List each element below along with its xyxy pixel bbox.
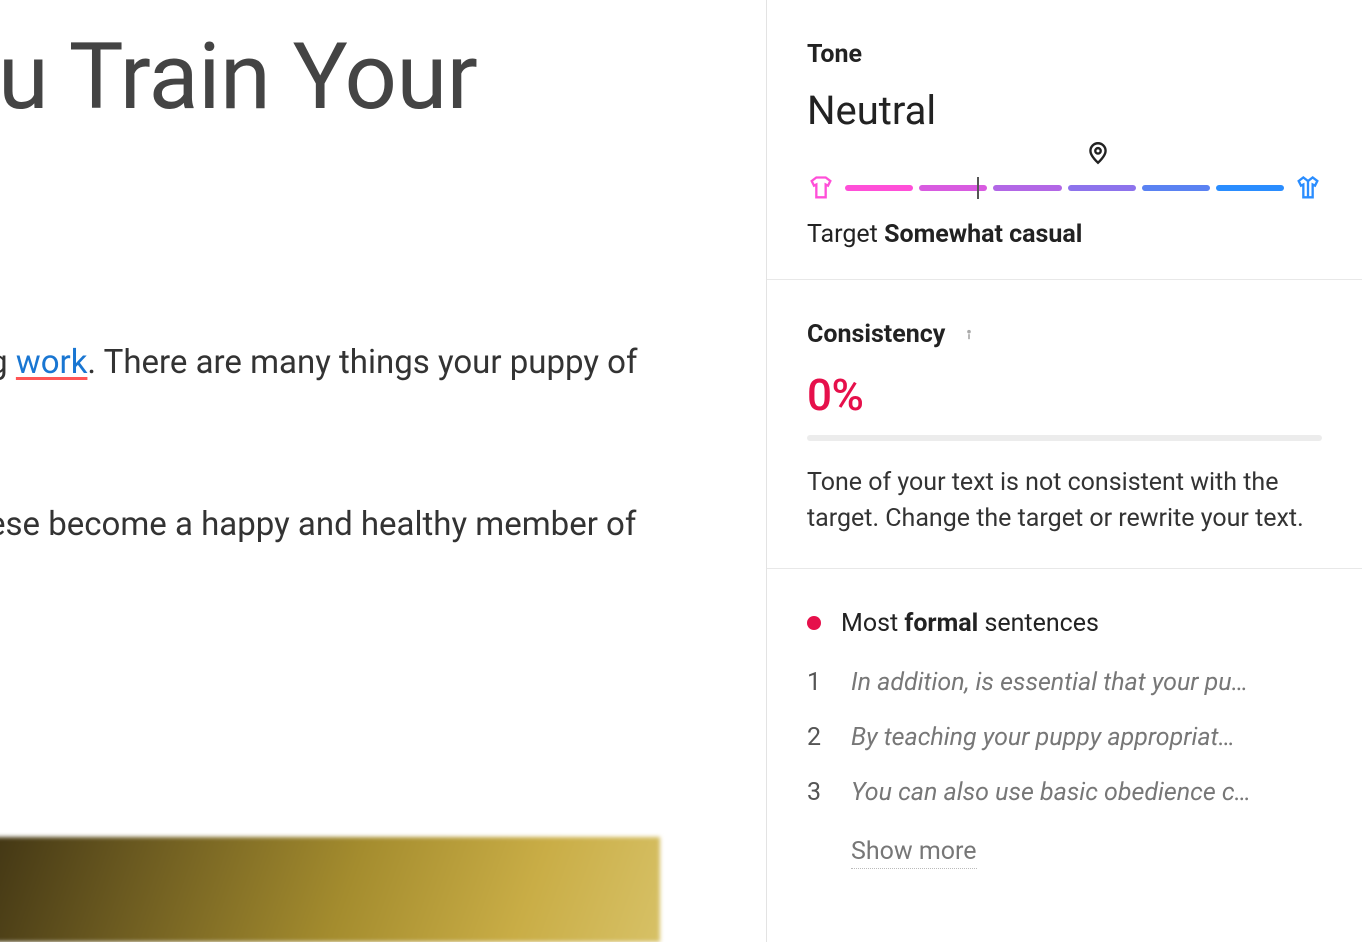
document-paragraph-1: elcome to the wonderful world of dog wor… [0, 337, 700, 439]
tone-slider-track[interactable] [845, 185, 1284, 191]
consistency-panel: Consistency 0% Tone of your text is not … [767, 279, 1362, 568]
tone-section-label: Tone [807, 40, 1322, 69]
sentences-header-bold: formal [904, 609, 978, 638]
formal-sentences-list: 1 In addition, is essential that your pu… [807, 668, 1322, 807]
tone-current-marker [977, 177, 979, 199]
document-link-work[interactable]: work [16, 343, 88, 382]
document-image [0, 837, 660, 942]
sentence-number: 3 [807, 778, 827, 807]
info-icon[interactable] [959, 325, 979, 345]
list-item[interactable]: 3 You can also use basic obedience c… [807, 778, 1322, 807]
status-dot-icon [807, 616, 821, 630]
tone-target-value: Somewhat casual [884, 220, 1082, 249]
consistency-description: Tone of your text is not consistent with… [807, 465, 1322, 538]
document-paragraph-2: new puppy to learn. Not to worry! These … [0, 499, 700, 550]
tone-panel: Tone Neutral [767, 0, 1362, 279]
document-title: ou Train Your [0, 30, 766, 127]
shirt-formal-icon [1294, 174, 1322, 202]
app-root: ou Train Your elcome to the wonderful wo… [0, 0, 1362, 942]
sentence-text: In addition, is essential that your pu… [851, 668, 1322, 697]
document-pane: ou Train Your elcome to the wonderful wo… [0, 0, 766, 942]
list-item[interactable]: 2 By teaching your puppy appropriat… [807, 723, 1322, 752]
tone-value: Neutral [807, 87, 1322, 134]
formal-sentences-panel: Most formal sentences 1 In addition, is … [767, 568, 1362, 899]
formal-sentences-header: Most formal sentences [807, 609, 1322, 638]
sentence-text: By teaching your puppy appropriat… [851, 723, 1322, 752]
sentences-header-suffix: sentences [978, 609, 1099, 638]
show-more-link[interactable]: Show more [851, 837, 977, 869]
tone-target-label: Target [807, 220, 884, 249]
tone-target: Target Somewhat casual [807, 220, 1322, 249]
sentence-number: 1 [807, 668, 827, 697]
tone-slider[interactable]: Target Somewhat casual [807, 174, 1322, 249]
document-body[interactable]: elcome to the wonderful world of dog wor… [0, 337, 700, 550]
sentences-header-prefix: Most [841, 609, 904, 638]
map-pin-icon [1085, 138, 1111, 172]
sidebar: Tone Neutral [766, 0, 1362, 942]
sentence-number: 2 [807, 723, 827, 752]
tshirt-casual-icon [807, 174, 835, 202]
paragraph-text: elcome to the wonderful world of dog [0, 343, 16, 382]
sentence-text: You can also use basic obedience c… [851, 778, 1322, 807]
consistency-section-label: Consistency [807, 320, 945, 349]
consistency-progress-bar [807, 435, 1322, 441]
consistency-value: 0% [807, 369, 1322, 421]
list-item[interactable]: 1 In addition, is essential that your pu… [807, 668, 1322, 697]
paragraph-text: . There are many things your puppy of th… [0, 343, 637, 433]
